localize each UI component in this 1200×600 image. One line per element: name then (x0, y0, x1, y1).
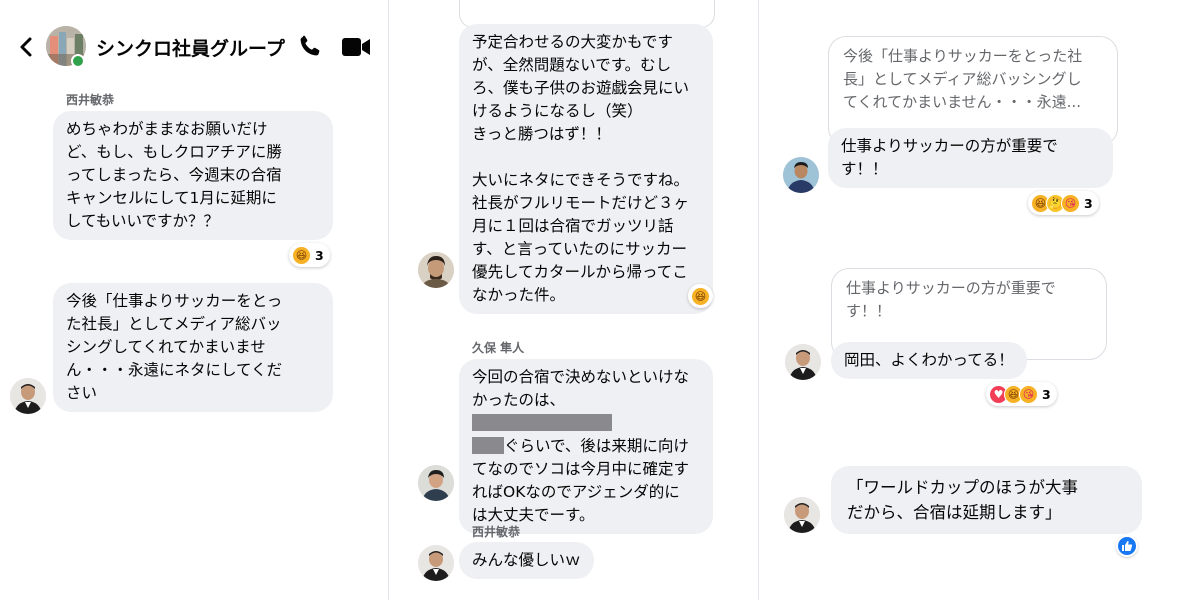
avatar[interactable] (785, 344, 821, 380)
reaction-count: 3 (1084, 195, 1093, 211)
message-bubble[interactable]: 今後「仕事よりサッカーをとっ た社長」としてメディア総バッ シングしてくれてかま… (53, 283, 333, 412)
message-bubble[interactable]: 予定合わせるの大変かもです が、全然問題ないです。むし ろ、僕も子供のお遊戯会見… (459, 24, 713, 314)
redacted-text (472, 414, 612, 431)
sender-name: 西井敏恭 (472, 525, 521, 539)
sender-name: 久保 隼人 (472, 341, 525, 355)
chat-panel-3: 今後「仕事よりサッカーをとった社 長」としてメディア総バッシングし てくれてかま… (759, 0, 1200, 600)
message-bubble[interactable]: 「ワールドカップのほうが大事 だから、合宿は延期します」 (831, 466, 1142, 534)
redacted-text (472, 437, 504, 454)
kiss-icon: 😘 (1019, 384, 1038, 404)
laugh-icon: 😆 (691, 286, 710, 306)
avatar[interactable] (418, 252, 454, 288)
like-icon[interactable] (1116, 535, 1138, 557)
video-camera-icon[interactable] (341, 35, 371, 59)
chat-title[interactable]: シンクロ社員グループ (96, 34, 285, 61)
message-text: ぐらいで、後は来期に向け てなのでソコは今月中に確定す ればOKなのでアジェンダ… (472, 437, 690, 524)
reaction-summary[interactable]: 😆 (688, 284, 713, 308)
chat-panel-1: シンクロ社員グループ 西井敏恭 めちゃわがままなお願いだけ ど、もし、もしクロア… (0, 0, 388, 600)
avatar[interactable] (10, 378, 46, 414)
laugh-icon: 😆 (292, 245, 311, 265)
reaction-summary[interactable]: ♥ 😆 😘 3 (986, 382, 1057, 406)
chat-panel-2: 予定合わせるの大変かもです が、全然問題ないです。むし ろ、僕も子供のお遊戯会見… (389, 0, 758, 600)
message-bubble[interactable]: めちゃわがままなお願いだけ ど、もし、もしクロアチアに勝 ってしまったら、今週末… (53, 111, 333, 240)
message-text: 今回の合宿で決めないといけな かったのは、 (472, 368, 690, 409)
phone-icon[interactable] (296, 33, 323, 60)
reaction-count: 3 (1042, 386, 1051, 402)
avatar[interactable] (784, 497, 820, 533)
message-bubble[interactable]: 今回の合宿で決めないといけな かったのは、ぐらいで、後は来期に向け てなのでソコ… (459, 359, 713, 534)
message-bubble[interactable]: みんな優しいｗ (459, 542, 594, 579)
reaction-summary[interactable]: 😆 🤔 😘 3 (1028, 191, 1099, 215)
online-status-dot (71, 54, 85, 68)
avatar[interactable] (418, 465, 454, 501)
sender-name: 西井敏恭 (66, 93, 115, 107)
kiss-icon: 😘 (1061, 193, 1080, 213)
reaction-summary[interactable]: 😆 3 (289, 243, 330, 267)
avatar[interactable] (418, 545, 454, 581)
reply-bubble[interactable]: 岡田、よくわかってる！ (831, 342, 1027, 379)
back-chevron-icon[interactable] (18, 34, 34, 60)
avatar[interactable] (783, 157, 819, 193)
reaction-count: 3 (315, 247, 324, 263)
reply-bubble[interactable]: 仕事よりサッカーの方が重要で す！！ (828, 128, 1113, 188)
